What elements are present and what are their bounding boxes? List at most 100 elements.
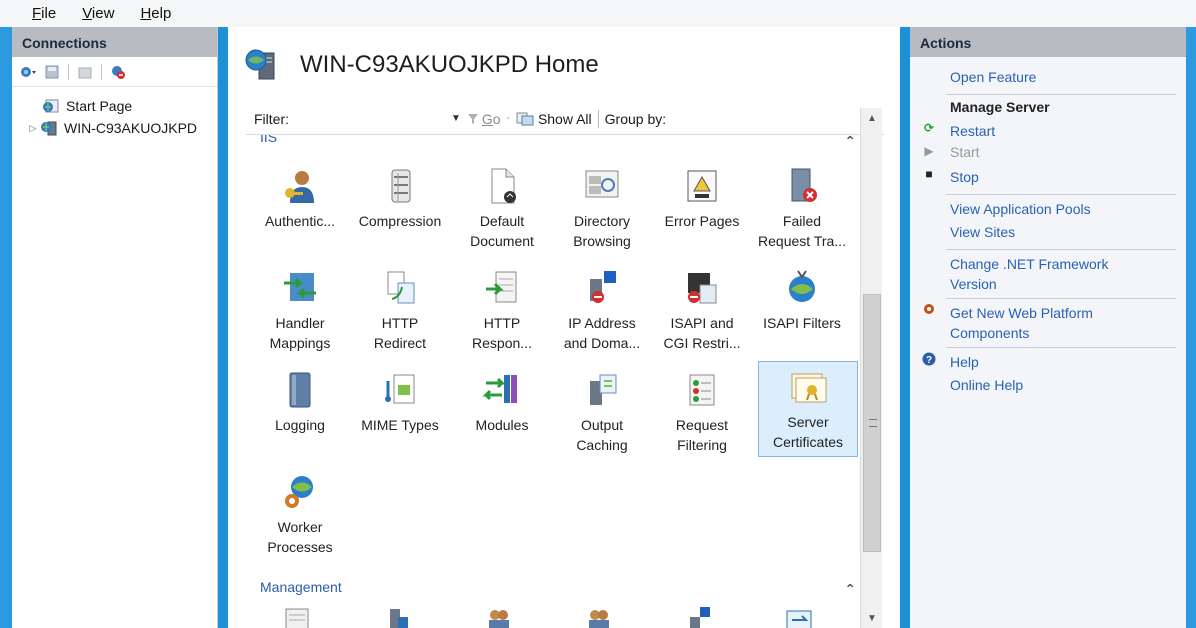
action-view-sites[interactable]: View Sites bbox=[910, 222, 1186, 245]
feature-label: Request bbox=[675, 417, 729, 433]
shared-configuration-icon[interactable] bbox=[784, 605, 814, 628]
tree-item-start-page[interactable]: Start Page bbox=[12, 95, 217, 117]
feature-label: ISAPI Filters bbox=[763, 315, 841, 331]
action-label[interactable]: Change .NET Framework Version bbox=[950, 254, 1108, 294]
iis-manager-permissions-icon[interactable] bbox=[484, 605, 514, 628]
feature-ip-address-domain-restrictions[interactable]: IP Address and Doma... bbox=[552, 263, 652, 359]
feature-label: Error Pages bbox=[664, 213, 740, 229]
collapse-section-icon[interactable]: ⌃ bbox=[844, 581, 856, 598]
feature-delegation-icon[interactable] bbox=[382, 605, 412, 628]
actions-panel: Actions Open Feature Manage Server ⟳ Res… bbox=[910, 27, 1186, 628]
feature-isapi-filters[interactable]: ISAPI Filters bbox=[752, 263, 852, 359]
tree-item-server[interactable]: ▷ WIN-C93AKUOJKPD bbox=[12, 117, 217, 139]
show-all-button[interactable]: Show All bbox=[516, 111, 592, 127]
feature-mime-types[interactable]: MIME Types bbox=[350, 365, 450, 461]
action-label-line: Components bbox=[950, 325, 1030, 341]
output-caching-icon bbox=[582, 371, 622, 409]
remove-connection-icon[interactable] bbox=[108, 63, 128, 81]
feature-label: HTTP bbox=[483, 315, 521, 331]
feature-label: IP Address bbox=[568, 315, 636, 331]
svg-text:?: ? bbox=[926, 355, 932, 366]
save-icon[interactable] bbox=[42, 63, 62, 81]
group-by-label[interactable]: Group by: bbox=[605, 111, 666, 127]
tree-item-label: WIN-C93AKUOJKPD bbox=[64, 120, 198, 136]
feature-output-caching[interactable]: Output Caching bbox=[552, 365, 652, 461]
feature-http-redirect[interactable]: HTTP Redirect bbox=[350, 263, 450, 359]
feature-label: Output bbox=[580, 417, 624, 433]
feature-http-response-headers[interactable]: HTTP Respon... bbox=[452, 263, 552, 359]
scroll-up-icon[interactable]: ▲ bbox=[862, 108, 882, 128]
funnel-icon bbox=[467, 113, 478, 124]
filter-input[interactable] bbox=[295, 107, 445, 130]
window-frame-right bbox=[1186, 27, 1196, 628]
show-all-label: Show All bbox=[537, 110, 592, 127]
features-scrollbar[interactable]: ▲ ▼ bbox=[860, 108, 882, 628]
action-online-help[interactable]: Online Help bbox=[910, 375, 1186, 398]
feature-label: Redirect bbox=[373, 335, 427, 351]
scroll-down-icon[interactable]: ▼ bbox=[862, 608, 882, 628]
actions-separator bbox=[946, 194, 1176, 195]
scroll-thumb[interactable] bbox=[863, 294, 881, 552]
action-label[interactable]: Open Feature bbox=[950, 67, 1036, 87]
configuration-editor-icon[interactable] bbox=[282, 605, 312, 628]
filter-dropdown-icon[interactable]: ▼ bbox=[451, 113, 461, 124]
web-platform-icon bbox=[922, 303, 936, 318]
iis-manager-users-icon[interactable] bbox=[584, 605, 614, 628]
toolbar-separator bbox=[597, 109, 599, 128]
menu-help[interactable]: Help bbox=[140, 5, 171, 22]
feature-isapi-cgi-restrictions[interactable]: ISAPI and CGI Restri... bbox=[652, 263, 752, 359]
feature-authentication[interactable]: Authentic... bbox=[250, 161, 350, 257]
action-help[interactable]: ? Help bbox=[910, 352, 1186, 375]
action-label-line: Get New Web Platform bbox=[950, 305, 1093, 321]
redirect-icon bbox=[380, 269, 420, 307]
feature-request-filtering[interactable]: Request Filtering bbox=[652, 365, 752, 461]
actions-separator bbox=[946, 94, 1176, 95]
feature-default-document[interactable]: Default Document bbox=[452, 161, 552, 257]
ip-restrictions-icon bbox=[582, 269, 622, 307]
action-view-application-pools[interactable]: View Application Pools bbox=[910, 199, 1186, 222]
start-page-icon bbox=[42, 98, 60, 114]
compression-icon bbox=[380, 167, 420, 205]
go-dropdown-icon[interactable]: - bbox=[507, 113, 510, 124]
feature-failed-request-tracing[interactable]: Failed Request Tra... bbox=[752, 161, 852, 257]
feature-logging[interactable]: Logging bbox=[250, 365, 350, 461]
go-button[interactable]: Go bbox=[467, 111, 501, 127]
action-label[interactable]: Help bbox=[950, 352, 979, 372]
action-stop[interactable]: ■ Stop bbox=[910, 167, 1186, 190]
action-change-net-framework[interactable]: Change .NET Framework Version bbox=[910, 254, 1186, 294]
action-label[interactable]: Get New Web Platform Components bbox=[950, 303, 1093, 343]
action-label[interactable]: Restart bbox=[950, 121, 995, 141]
feature-label: Request Tra... bbox=[758, 233, 846, 249]
document-icon bbox=[482, 167, 522, 205]
action-get-new-web-platform-components[interactable]: Get New Web Platform Components bbox=[910, 303, 1186, 343]
feature-directory-browsing[interactable]: Directory Browsing bbox=[552, 161, 652, 257]
menu-bar: File View Help bbox=[0, 0, 1196, 27]
feature-handler-mappings[interactable]: Handler Mappings bbox=[250, 263, 350, 359]
menu-file[interactable]: File bbox=[32, 5, 56, 22]
action-label[interactable]: Start bbox=[950, 144, 980, 160]
window-frame-left bbox=[0, 27, 12, 628]
feature-worker-processes[interactable]: Worker Processes bbox=[250, 467, 350, 563]
action-label[interactable]: View Application Pools bbox=[950, 199, 1091, 219]
feature-label: Compression bbox=[358, 213, 442, 229]
action-open-feature[interactable]: Open Feature bbox=[910, 67, 1186, 90]
feature-compression[interactable]: Compression bbox=[350, 161, 450, 257]
certificate-icon bbox=[788, 368, 828, 406]
tree-expander-icon[interactable]: ▷ bbox=[26, 123, 40, 134]
feature-server-certificates[interactable]: Server Certificates bbox=[758, 361, 858, 457]
feature-error-pages[interactable]: Error Pages bbox=[652, 161, 752, 257]
feature-modules[interactable]: Modules bbox=[452, 365, 552, 461]
action-start[interactable]: ▶ Start bbox=[910, 144, 1186, 167]
up-level-icon[interactable] bbox=[75, 63, 95, 81]
toolbar-separator bbox=[101, 63, 102, 80]
connect-icon[interactable] bbox=[18, 63, 38, 81]
collapse-section-icon[interactable]: ⌃ bbox=[844, 135, 856, 150]
action-restart[interactable]: ⟳ Restart bbox=[910, 121, 1186, 144]
menu-view[interactable]: View bbox=[82, 5, 114, 22]
scroll-grip-icon bbox=[869, 419, 877, 427]
management-service-icon[interactable] bbox=[684, 605, 714, 628]
action-label[interactable]: Online Help bbox=[950, 375, 1023, 395]
action-label[interactable]: View Sites bbox=[950, 222, 1015, 242]
stop-icon: ■ bbox=[925, 167, 933, 181]
action-label[interactable]: Stop bbox=[950, 167, 979, 187]
